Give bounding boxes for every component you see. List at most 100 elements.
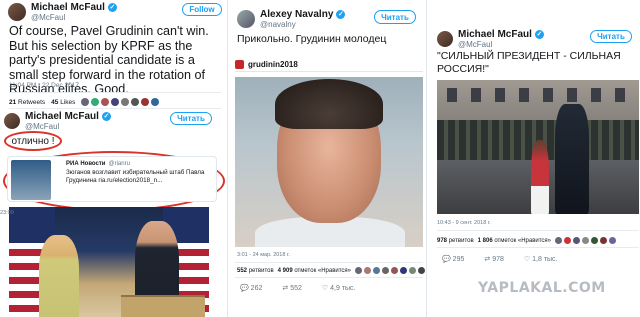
tweet-actions: 💬 295 ⇄ 978 ♡ 1,8 тыс. [442, 255, 557, 263]
police-officer [555, 104, 589, 214]
reply-count: 262 [250, 285, 263, 292]
girl-figure [531, 140, 549, 214]
likes-label: Likes [60, 98, 76, 106]
author-handle[interactable]: @McFaul [25, 122, 111, 131]
site-watermark: YAPLAKAL.COM [478, 280, 606, 296]
follow-button[interactable]: Читать [590, 30, 632, 43]
like-count[interactable]: 4 909 [278, 268, 293, 274]
reply-icon: 💬 [240, 285, 249, 292]
author-name[interactable]: Michael McFaul ✓ [25, 111, 111, 122]
hashtag-text: grudinin2018 [248, 60, 298, 69]
like-count: 4,9 тыс. [330, 285, 356, 292]
reply-button[interactable]: 💬 262 [240, 284, 262, 292]
hashtag-card[interactable]: grudinin2018 [235, 58, 423, 72]
author-name[interactable]: Michael McFaul ✓ [31, 2, 117, 13]
reply-button[interactable]: 💬 295 [442, 255, 464, 263]
tweet-column-mcfaul: Michael McFaul ✓ @McFaul Follow Of course… [0, 0, 227, 317]
heart-icon: ♡ [523, 256, 531, 263]
divider [437, 230, 639, 231]
tweet-timestamp[interactable]: 11:04 PM - 22 Dec 2017 [9, 82, 79, 89]
card-source: РИА Новости @rianru [66, 161, 130, 167]
photo-street-protest [437, 80, 639, 214]
like-button[interactable]: ♡ 4,9 тыс. [322, 284, 356, 292]
tweet-timestamp[interactable]: 10:43 - 9 сент. 2018 г. [437, 220, 491, 226]
like-count[interactable]: 1 806 [478, 238, 493, 244]
retweet-count[interactable]: 978 [437, 238, 447, 244]
link-card[interactable]: РИА Новости @rianru Зюганов возглавит изб… [7, 156, 217, 202]
retweets-label: ретвитов [448, 237, 474, 244]
author-handle[interactable]: @McFaul [458, 40, 544, 49]
likes-label: отметок «Нравится» [294, 267, 352, 274]
tweet-stats: 978 ретвитов 1 806 отметок «Нравится» [437, 237, 617, 244]
verified-icon: ✓ [336, 10, 346, 19]
verified-icon: ✓ [107, 3, 117, 12]
follow-button[interactable]: Читать [170, 112, 212, 125]
likes-label: отметок «Нравится» [494, 237, 552, 244]
author-handle[interactable]: @navalny [260, 20, 345, 29]
reply-count: 295 [452, 256, 465, 263]
verified-icon: ✓ [534, 30, 544, 39]
card-thumbnail [11, 160, 51, 200]
retweet-count[interactable]: 21 [9, 99, 16, 106]
verified-icon: ✓ [101, 112, 111, 121]
tweet-date-fragment: 23:09 [0, 210, 14, 216]
author-name-text: Michael McFaul [458, 29, 532, 40]
avatar[interactable] [8, 3, 26, 21]
hair [275, 79, 383, 129]
tweet-header: Alexey Navalny ✓ @navalny [237, 9, 346, 29]
retweet-button[interactable]: ⇄ 552 [282, 284, 302, 292]
retweet-icon: ⇄ [484, 256, 491, 263]
tweet-stats: 21 Retweets 45 Likes [9, 98, 160, 106]
divider [235, 262, 423, 263]
tweet-text: "СИЛЬНЫЙ ПРЕЗИДЕНТ - СИЛЬНАЯ РОССИЯ!" [437, 50, 621, 75]
retweets-label: Retweets [18, 98, 46, 106]
follow-button[interactable]: Читать [374, 10, 416, 24]
avatar[interactable] [437, 31, 453, 47]
card-text: Зюганов возглавит избирательный штаб Пав… [66, 169, 205, 184]
tweet-stats: 552 ретвитов 4 909 отметок «Нравится» [237, 267, 426, 274]
author-handle[interactable]: @McFaul [31, 13, 117, 22]
card-source-name: РИА Новости [66, 161, 106, 167]
follow-button[interactable]: Follow [182, 3, 222, 16]
author-name[interactable]: Michael McFaul ✓ [458, 29, 544, 40]
photo-portrait [235, 77, 423, 247]
author-name-text: Michael McFaul [25, 111, 99, 122]
card-source-handle: @rianru [108, 161, 130, 167]
author-name-text: Michael McFaul [31, 2, 105, 13]
tweet-column-navalny: Alexey Navalny ✓ @navalny Читать Прикольн… [227, 0, 427, 317]
liker-avatars[interactable] [355, 267, 426, 274]
retweet-count[interactable]: 552 [237, 268, 247, 274]
tweet-timestamp[interactable]: 3:01 - 24 мар. 2018 г. [237, 252, 290, 258]
retweet-button[interactable]: ⇄ 978 [484, 255, 504, 263]
liker-avatars[interactable] [81, 98, 160, 106]
heart-icon: ♡ [321, 285, 329, 292]
avatar[interactable] [4, 113, 20, 129]
reply-text: отлично ! [11, 135, 55, 147]
retweets-label: ретвитов [248, 267, 274, 274]
divider [235, 277, 423, 278]
author-name-text: Alexey Navalny [260, 9, 334, 20]
podium [121, 295, 205, 317]
tweet-text: Прикольно. Грудинин молодец [237, 33, 387, 45]
author-name[interactable]: Alexey Navalny ✓ [260, 9, 346, 20]
tweet-actions: 💬 262 ⇄ 552 ♡ 4,9 тыс. [240, 284, 355, 292]
reply-icon: 💬 [442, 256, 451, 263]
divider [437, 247, 639, 248]
tweet-header: Michael McFaul ✓ @McFaul [8, 2, 117, 22]
retweet-count: 978 [492, 256, 504, 263]
like-count: 1,8 тыс. [532, 256, 558, 263]
like-count[interactable]: 45 [51, 99, 58, 106]
liker-avatars[interactable] [555, 237, 617, 244]
retweet-count: 552 [290, 285, 302, 292]
retweet-icon: ⇄ [282, 285, 289, 292]
divider [9, 92, 221, 93]
divider [9, 108, 221, 109]
tweet-column-mcfaul-2: Michael McFaul ✓ @McFaul Читать "СИЛЬНЫЙ … [428, 0, 640, 317]
avatar[interactable] [237, 10, 255, 28]
like-button[interactable]: ♡ 1,8 тыс. [524, 255, 558, 263]
tweet-header: Michael McFaul ✓ @McFaul [437, 29, 544, 49]
reply-header: Michael McFaul ✓ @McFaul [4, 111, 111, 131]
photo-press-event [9, 207, 209, 317]
person-woman [39, 235, 79, 317]
collage: Michael McFaul ✓ @McFaul Follow Of course… [0, 0, 640, 317]
